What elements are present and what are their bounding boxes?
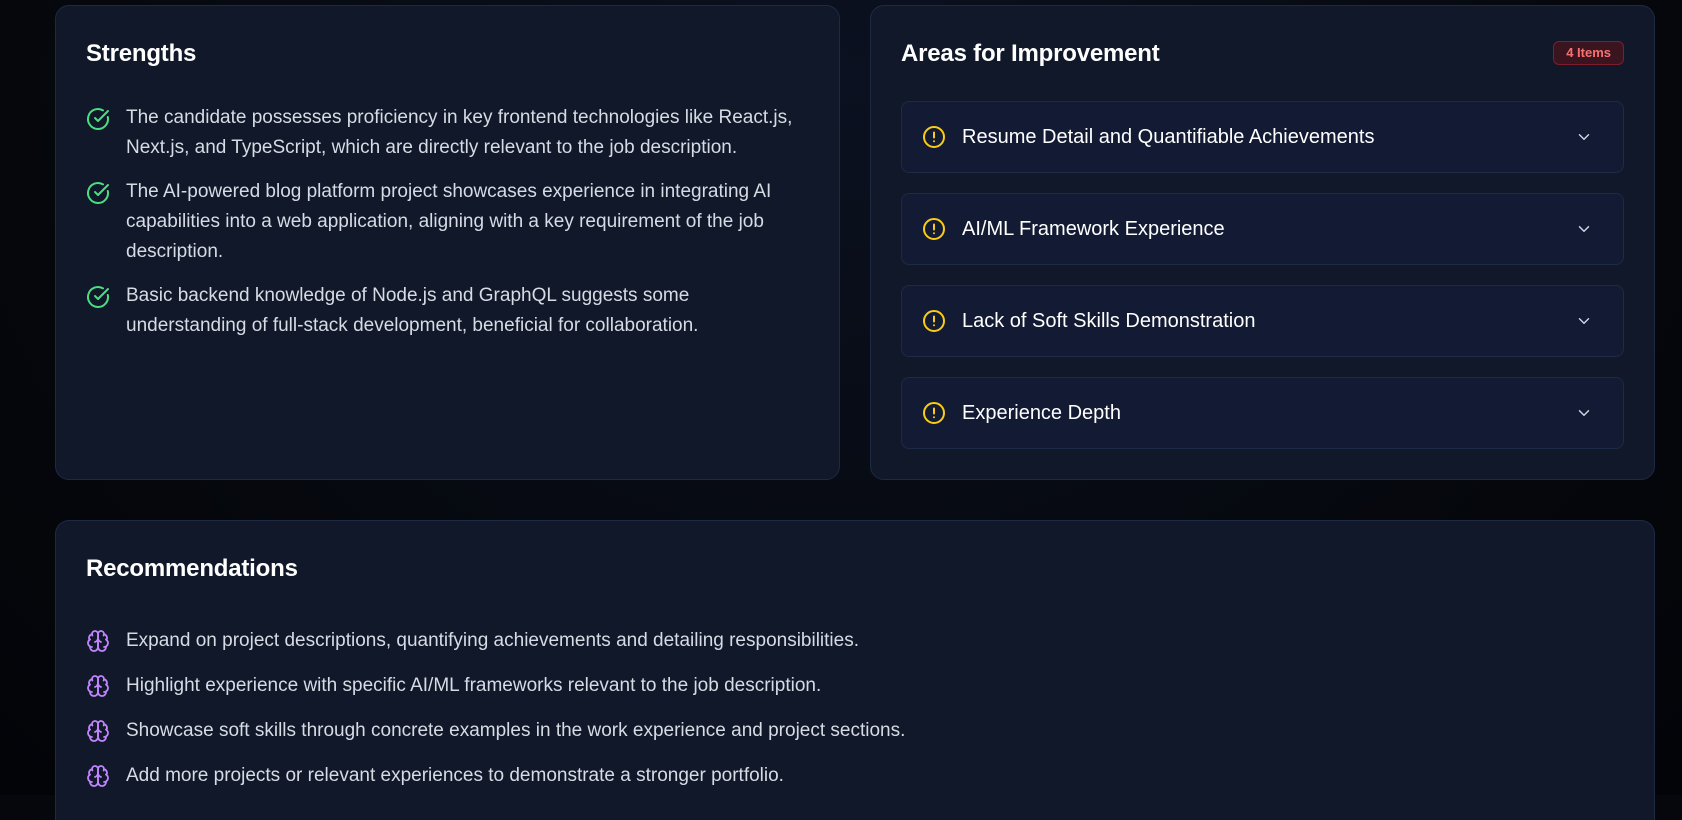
accordion-item-ai-ml-framework[interactable]: AI/ML Framework Experience — [901, 193, 1624, 265]
accordion-item-soft-skills[interactable]: Lack of Soft Skills Demonstration — [901, 285, 1624, 357]
strength-text: Basic backend knowledge of Node.js and G… — [126, 285, 699, 336]
warning-circle-icon — [923, 310, 945, 332]
warning-circle-icon — [923, 402, 945, 424]
accordion-item-label: Resume Detail and Quantifiable Achieveme… — [962, 125, 1375, 148]
recommendation-text: Expand on project descriptions, quantify… — [126, 629, 859, 651]
accordion-item-label: Lack of Soft Skills Demonstration — [962, 309, 1256, 332]
brain-icon — [87, 674, 109, 697]
chevron-down-icon[interactable] — [1575, 128, 1593, 146]
strengths-card: Strengths The candidate possesses profic… — [55, 5, 840, 480]
list-item: Add more projects or relevant experience… — [86, 753, 1624, 798]
improvement-title: Areas for Improvement — [901, 40, 1160, 67]
recommendations-card: Recommendations Expand on project descri… — [55, 520, 1655, 820]
accordion-item-resume-detail[interactable]: Resume Detail and Quantifiable Achieveme… — [901, 101, 1624, 173]
strengths-title: Strengths — [86, 40, 197, 67]
list-item: Basic backend knowledge of Node.js and G… — [86, 281, 809, 341]
check-circle-icon — [87, 182, 109, 204]
chevron-down-icon[interactable] — [1575, 220, 1593, 238]
recommendations-list: Expand on project descriptions, quantify… — [86, 618, 1624, 798]
check-circle-icon — [87, 108, 109, 130]
list-item: Expand on project descriptions, quantify… — [86, 618, 1624, 663]
warning-circle-icon — [923, 218, 945, 240]
list-item: Highlight experience with specific AI/ML… — [86, 663, 1624, 708]
warning-circle-icon — [923, 126, 945, 148]
recommendation-text: Showcase soft skills through concrete ex… — [126, 719, 906, 741]
strength-text: The candidate possesses proficiency in k… — [126, 107, 793, 158]
accordion-item-label: AI/ML Framework Experience — [962, 217, 1225, 240]
brain-icon — [87, 764, 109, 787]
strength-text: The AI-powered blog platform project sho… — [126, 181, 772, 262]
brain-icon — [87, 719, 109, 742]
list-item: The AI-powered blog platform project sho… — [86, 177, 809, 267]
chevron-down-icon[interactable] — [1575, 312, 1593, 330]
recommendation-text: Add more projects or relevant experience… — [126, 764, 784, 786]
list-item: Showcase soft skills through concrete ex… — [86, 708, 1624, 753]
strengths-list: The candidate possesses proficiency in k… — [86, 103, 809, 355]
list-item: The candidate possesses proficiency in k… — [86, 103, 809, 163]
chevron-down-icon[interactable] — [1575, 404, 1593, 422]
accordion-item-label: Experience Depth — [962, 401, 1121, 424]
recommendations-title: Recommendations — [86, 555, 298, 582]
items-count-badge: 4 Items — [1553, 41, 1624, 65]
check-circle-icon — [87, 286, 109, 308]
accordion-item-experience-depth[interactable]: Experience Depth — [901, 377, 1624, 449]
improvement-card: Areas for Improvement 4 Items Resume Det… — [870, 5, 1655, 480]
brain-icon — [87, 629, 109, 652]
recommendation-text: Highlight experience with specific AI/ML… — [126, 674, 822, 696]
improvement-accordion: Resume Detail and Quantifiable Achieveme… — [901, 101, 1624, 469]
